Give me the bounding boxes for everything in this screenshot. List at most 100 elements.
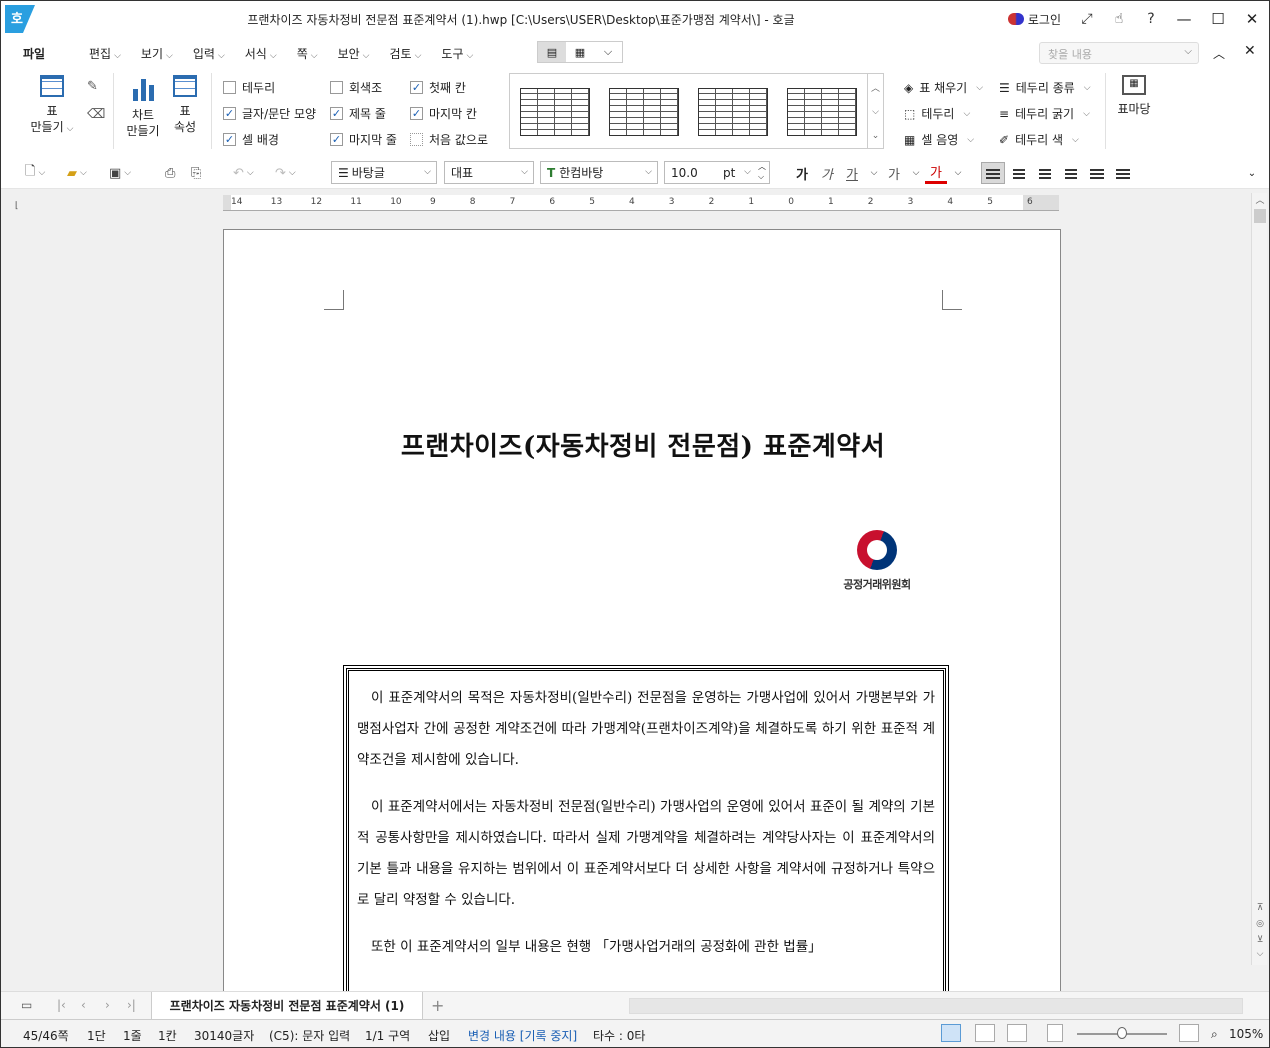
next-tab-icon[interactable]: › (105, 998, 110, 1012)
new-doc-icon[interactable]: 🗋 ⌵ (25, 163, 45, 183)
checkbox[interactable]: ✓ (330, 133, 343, 146)
table-style-4[interactable] (787, 88, 857, 136)
table-design-tab-icon[interactable]: ▤ (538, 42, 566, 62)
check-border[interactable]: 테두리 (223, 79, 275, 96)
style-select[interactable]: ☰ 바탕글 ⌵ (331, 161, 437, 184)
check-first-col[interactable]: ✓ 첫째 칸 (410, 79, 466, 96)
open-folder-icon[interactable]: ▰ ⌵ (67, 163, 87, 183)
status-page[interactable]: 45/46쪽 (23, 1027, 69, 1044)
checkbox[interactable] (330, 81, 343, 94)
check-last-col[interactable]: ✓ 마지막 칸 (410, 105, 477, 122)
font-size-stepper[interactable]: 10.0 pt ⌵ ︿ ⌵ (664, 161, 770, 184)
menu-file[interactable]: 파일 (23, 45, 45, 62)
menu-page[interactable]: 쪽 ⌵ (297, 45, 318, 62)
chevron-down-icon[interactable]: ⌵ (947, 162, 969, 184)
next-page-icon[interactable]: ⊻ (1252, 935, 1268, 949)
underline-button[interactable]: 가 (841, 162, 863, 184)
add-tab-button[interactable]: + (431, 996, 444, 1015)
expand-toolbar-icon[interactable]: ⌄ (1241, 162, 1263, 184)
table-style-1[interactable] (520, 88, 590, 136)
hand-icon[interactable]: ☝ (1103, 1, 1135, 37)
table-style-3[interactable] (698, 88, 768, 136)
close-doc-icon[interactable]: ✕ (1244, 43, 1256, 59)
check-grayscale[interactable]: 회색조 (330, 79, 382, 96)
menu-format[interactable]: 서식 ⌵ (245, 45, 277, 62)
italic-button[interactable]: 가 (816, 162, 838, 184)
horizontal-ruler[interactable]: 14 13 12 11 10 9 8 7 6 5 4 3 2 1 0 1 2 3 4 5 6 (223, 195, 1059, 211)
print-icon[interactable]: ⎙ (165, 163, 175, 183)
chevron-down-icon[interactable]: ⌵ (1184, 46, 1192, 57)
document-page[interactable]: 프랜차이즈(자동차정비 전문점) 표준계약서 공정거래위원회 이 표준계약서의 … (223, 229, 1061, 1009)
vertical-scrollbar[interactable]: ︿ ⊼ ◎ ⊻ ⌵ (1251, 193, 1267, 965)
zoom-level[interactable]: 105% (1229, 1027, 1263, 1041)
menu-review[interactable]: 검토 ⌵ (389, 45, 421, 62)
minimize-button[interactable]: — (1167, 1, 1201, 37)
chevron-down-icon[interactable]: ⌵ (872, 107, 879, 117)
checkbox[interactable]: ✓ (223, 133, 236, 146)
border-width-button[interactable]: ≡ 테두리 굵기 ⌵ (999, 105, 1090, 122)
checkbox[interactable]: ✓ (410, 81, 423, 94)
prev-page-icon[interactable]: ⊼ (1252, 903, 1268, 917)
table-props-button[interactable]: 표 속성 (167, 75, 203, 135)
chevron-down-icon[interactable]: ⌵ (905, 162, 927, 184)
memo-icon[interactable]: ▭ (21, 998, 32, 1012)
align-left-button[interactable] (1007, 162, 1031, 184)
search-input[interactable]: 찾을 내용 ⌵ (1039, 42, 1199, 64)
align-justify-button[interactable] (981, 162, 1005, 184)
lang-select[interactable]: 대표 ⌵ (444, 161, 534, 184)
menu-security[interactable]: 보안 ⌵ (338, 45, 370, 62)
align-split-button[interactable] (1111, 162, 1135, 184)
chevron-down-icon[interactable]: ⌵ (594, 42, 622, 62)
spin-icon[interactable]: ︿ ⌵ (758, 162, 766, 182)
table-style-2[interactable] (609, 88, 679, 136)
scroll-up-icon[interactable]: ︿ (1252, 193, 1268, 207)
chart-make-button[interactable]: 차트 만들기 (123, 75, 163, 139)
print-preview-icon[interactable]: ⎘ (191, 163, 201, 183)
view-full-icon[interactable] (1007, 1024, 1027, 1042)
page-select-icon[interactable]: ◎ (1252, 919, 1268, 933)
zoom-slider-handle[interactable] (1117, 1027, 1127, 1039)
scroll-thumb[interactable] (1253, 209, 1266, 223)
prev-tab-icon[interactable]: ‹ (81, 998, 86, 1012)
border-color-button[interactable]: ✐ 테두리 색 ⌵ (999, 131, 1079, 148)
maximize-button[interactable]: ☐ (1201, 1, 1235, 37)
check-cell-bg[interactable]: ✓ 셀 배경 (223, 131, 279, 148)
table-fill-button[interactable]: ◈ 표 채우기 ⌵ (904, 79, 983, 96)
status-track-changes[interactable]: 변경 내용 [기록 중지] (468, 1027, 577, 1044)
more-icon[interactable]: ⌄ (872, 131, 880, 141)
help-icon[interactable]: ? (1135, 1, 1167, 37)
last-tab-icon[interactable]: ›| (127, 998, 136, 1012)
align-distribute-button[interactable] (1085, 162, 1109, 184)
ruler-corner-icon[interactable]: ⌊ (15, 201, 19, 211)
checkbox[interactable]: ✓ (223, 107, 236, 120)
bold-button[interactable]: 가 (791, 162, 813, 184)
collapse-ribbon-icon[interactable]: ︿ (1213, 45, 1225, 62)
view-page-icon[interactable] (941, 1024, 961, 1042)
border-type-button[interactable]: ☰ 테두리 종류 ⌵ (999, 79, 1091, 96)
align-center-button[interactable] (1033, 162, 1057, 184)
checkbox[interactable]: ✓ (330, 107, 343, 120)
chevron-up-icon[interactable]: ︿ (871, 81, 880, 94)
login-button[interactable]: 로그인 (998, 11, 1071, 28)
table-margin-button[interactable]: ▦ 표마당 (1113, 75, 1155, 117)
checkbox[interactable]: ✓ (410, 107, 423, 120)
undo-icon[interactable]: ↶ ⌵ (233, 163, 254, 183)
redo-icon[interactable]: ↷ ⌵ (275, 163, 296, 183)
check-last-row[interactable]: ✓ 마지막 줄 (330, 131, 397, 148)
zoom-fit-icon[interactable] (1179, 1024, 1199, 1042)
check-reset[interactable]: 처음 값으로 (410, 131, 488, 148)
check-char-para[interactable]: ✓ 글자/문단 모양 (223, 105, 316, 122)
close-button[interactable]: ✕ (1235, 1, 1269, 37)
zoom-magnifier-icon[interactable]: ⌕ (1211, 1027, 1218, 1042)
scroll-down-icon[interactable]: ⌵ (1252, 949, 1268, 963)
table-make-button[interactable]: 표 만들기 ⌵ (27, 75, 77, 137)
eraser-icon[interactable]: ⌫ (87, 107, 105, 123)
checkbox[interactable] (410, 133, 423, 146)
border-button[interactable]: ⬚ 테두리 ⌵ (904, 105, 970, 122)
first-tab-icon[interactable]: |‹ (57, 998, 66, 1012)
status-insert[interactable]: 삽입 (428, 1027, 450, 1044)
checkbox[interactable] (223, 81, 236, 94)
view-small-icon[interactable] (1047, 1024, 1063, 1042)
align-right-button[interactable] (1059, 162, 1083, 184)
gallery-scroll[interactable]: ︿ ⌵ ⌄ (867, 74, 883, 148)
